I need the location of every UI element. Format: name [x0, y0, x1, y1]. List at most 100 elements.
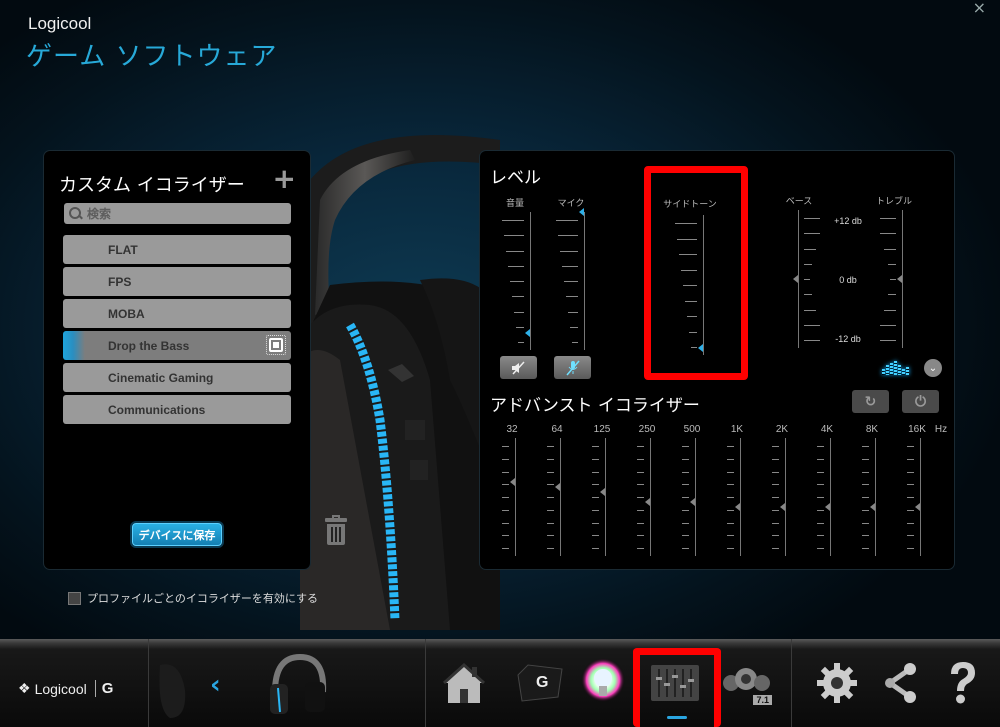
previous-device-button[interactable]: ‹: [210, 670, 221, 700]
save-to-device-button[interactable]: デバイスに保存: [132, 523, 222, 546]
slider-tick: [689, 331, 697, 333]
slider-thumb[interactable]: [780, 502, 785, 511]
preset-item-communications[interactable]: Communications: [63, 395, 291, 424]
search-icon: [68, 206, 84, 222]
eq-band-slider[interactable]: [547, 438, 561, 556]
slider-tick: [727, 522, 734, 524]
slider-track[interactable]: [798, 210, 799, 348]
slider-track[interactable]: [605, 438, 606, 556]
slider-thumb[interactable]: [525, 329, 530, 338]
slider-track[interactable]: [584, 212, 585, 350]
slider-thumb[interactable]: [555, 483, 560, 492]
slider-tick: [502, 220, 524, 221]
sidetone-slider[interactable]: [675, 215, 704, 355]
sidetone-label: サイドトーン: [663, 200, 717, 210]
search-input[interactable]: [87, 206, 287, 221]
preset-item-moba[interactable]: MOBA: [63, 299, 291, 328]
preset-item-flat[interactable]: FLAT: [63, 235, 291, 264]
share-icon[interactable]: [872, 655, 928, 711]
slider-track[interactable]: [875, 438, 876, 556]
slider-thumb[interactable]: [579, 208, 584, 216]
slider-track[interactable]: [740, 438, 741, 556]
eq-band-slider[interactable]: [862, 438, 876, 556]
slider-thumb[interactable]: [600, 488, 605, 497]
trash-lid: [325, 518, 347, 522]
surround-sound-icon[interactable]: 7.1: [718, 655, 774, 711]
slider-tick: [804, 233, 820, 235]
bass-slider[interactable]: [793, 210, 820, 348]
close-button[interactable]: ×: [973, 0, 986, 17]
volume-slider[interactable]: [502, 212, 531, 350]
db-label-min: -12 db: [835, 334, 861, 344]
eq-band-slider[interactable]: [637, 438, 651, 556]
slider-thumb[interactable]: [510, 478, 515, 487]
slider-track[interactable]: [695, 438, 696, 556]
slider-track[interactable]: [920, 438, 921, 556]
eq-band-slider[interactable]: [907, 438, 921, 556]
slider-tick: [817, 509, 824, 511]
eq-band-slider[interactable]: [772, 438, 786, 556]
slider-thumb[interactable]: [915, 502, 920, 511]
slider-track[interactable]: [902, 210, 903, 348]
slider-track[interactable]: [515, 438, 516, 556]
gear-icon[interactable]: [809, 655, 865, 711]
profile-eq-checkbox[interactable]: [68, 591, 81, 605]
slider-thumb[interactable]: [645, 497, 650, 506]
slider-tick: [682, 458, 689, 460]
slider-tick: [502, 497, 509, 498]
treble-slider[interactable]: [880, 210, 903, 348]
preset-item-cinematic-gaming[interactable]: Cinematic Gaming: [63, 363, 291, 392]
eq-band-slider[interactable]: [727, 438, 741, 556]
help-icon[interactable]: [935, 655, 991, 711]
home-icon[interactable]: [436, 655, 492, 711]
add-preset-button[interactable]: +: [273, 165, 296, 193]
eq-band-slider[interactable]: [592, 438, 606, 556]
slider-thumb[interactable]: [897, 275, 902, 283]
preset-item-drop-the-bass[interactable]: Drop the Bass: [63, 331, 291, 360]
search-box: [64, 203, 291, 224]
slider-tick: [683, 285, 697, 286]
slider-tick: [637, 522, 644, 524]
slider-thumb[interactable]: [825, 502, 830, 511]
slider-track[interactable]: [650, 438, 651, 556]
preset-item-fps[interactable]: FPS: [63, 267, 291, 296]
eq-band-slider[interactable]: [817, 438, 831, 556]
custom-equalizer-title: カスタム イコライザー: [59, 175, 245, 196]
slider-track[interactable]: [560, 438, 561, 556]
slider-thumb[interactable]: [698, 344, 703, 352]
equalizer-icon[interactable]: [647, 655, 703, 711]
mic-mute-button[interactable]: [554, 356, 591, 379]
slider-tick: [512, 296, 524, 298]
slider-thumb[interactable]: [690, 497, 695, 506]
power-button[interactable]: ⏻: [902, 390, 939, 413]
reset-button[interactable]: ↻: [852, 390, 889, 413]
headset-device-icon[interactable]: [260, 652, 335, 722]
slider-tick: [817, 446, 824, 447]
slider-track[interactable]: [703, 215, 704, 355]
lighting-bulb-icon[interactable]: [575, 655, 631, 711]
eq-band-slider[interactable]: [502, 438, 516, 556]
volume-mute-button[interactable]: [500, 356, 537, 379]
slider-tick: [817, 522, 824, 524]
trash-icon[interactable]: [325, 515, 347, 545]
slider-track[interactable]: [785, 438, 786, 556]
taskbar-separator: [425, 639, 426, 727]
mic-slider[interactable]: [556, 208, 585, 350]
slider-track[interactable]: [830, 438, 831, 556]
slider-tick: [804, 248, 816, 250]
eq-band-slider[interactable]: [682, 438, 696, 556]
slider-tick: [681, 269, 697, 271]
profile-eq-checkbox-row[interactable]: プロファイルごとのイコライザーを有効にする: [68, 590, 318, 606]
slider-tick: [547, 471, 554, 473]
slider-tick: [727, 484, 734, 486]
slider-thumb[interactable]: [735, 502, 740, 511]
slider-tick: [592, 535, 599, 537]
chevron-down-icon[interactable]: ⌄: [924, 359, 942, 377]
slider-tick: [862, 497, 869, 498]
slider-track[interactable]: [530, 212, 531, 350]
mouse-device-icon[interactable]: [155, 660, 195, 720]
slider-thumb[interactable]: [870, 502, 875, 511]
slider-thumb[interactable]: [793, 275, 798, 283]
equalizer-mode-icon[interactable]: [882, 361, 910, 375]
g-key-icon[interactable]: G: [510, 655, 566, 711]
